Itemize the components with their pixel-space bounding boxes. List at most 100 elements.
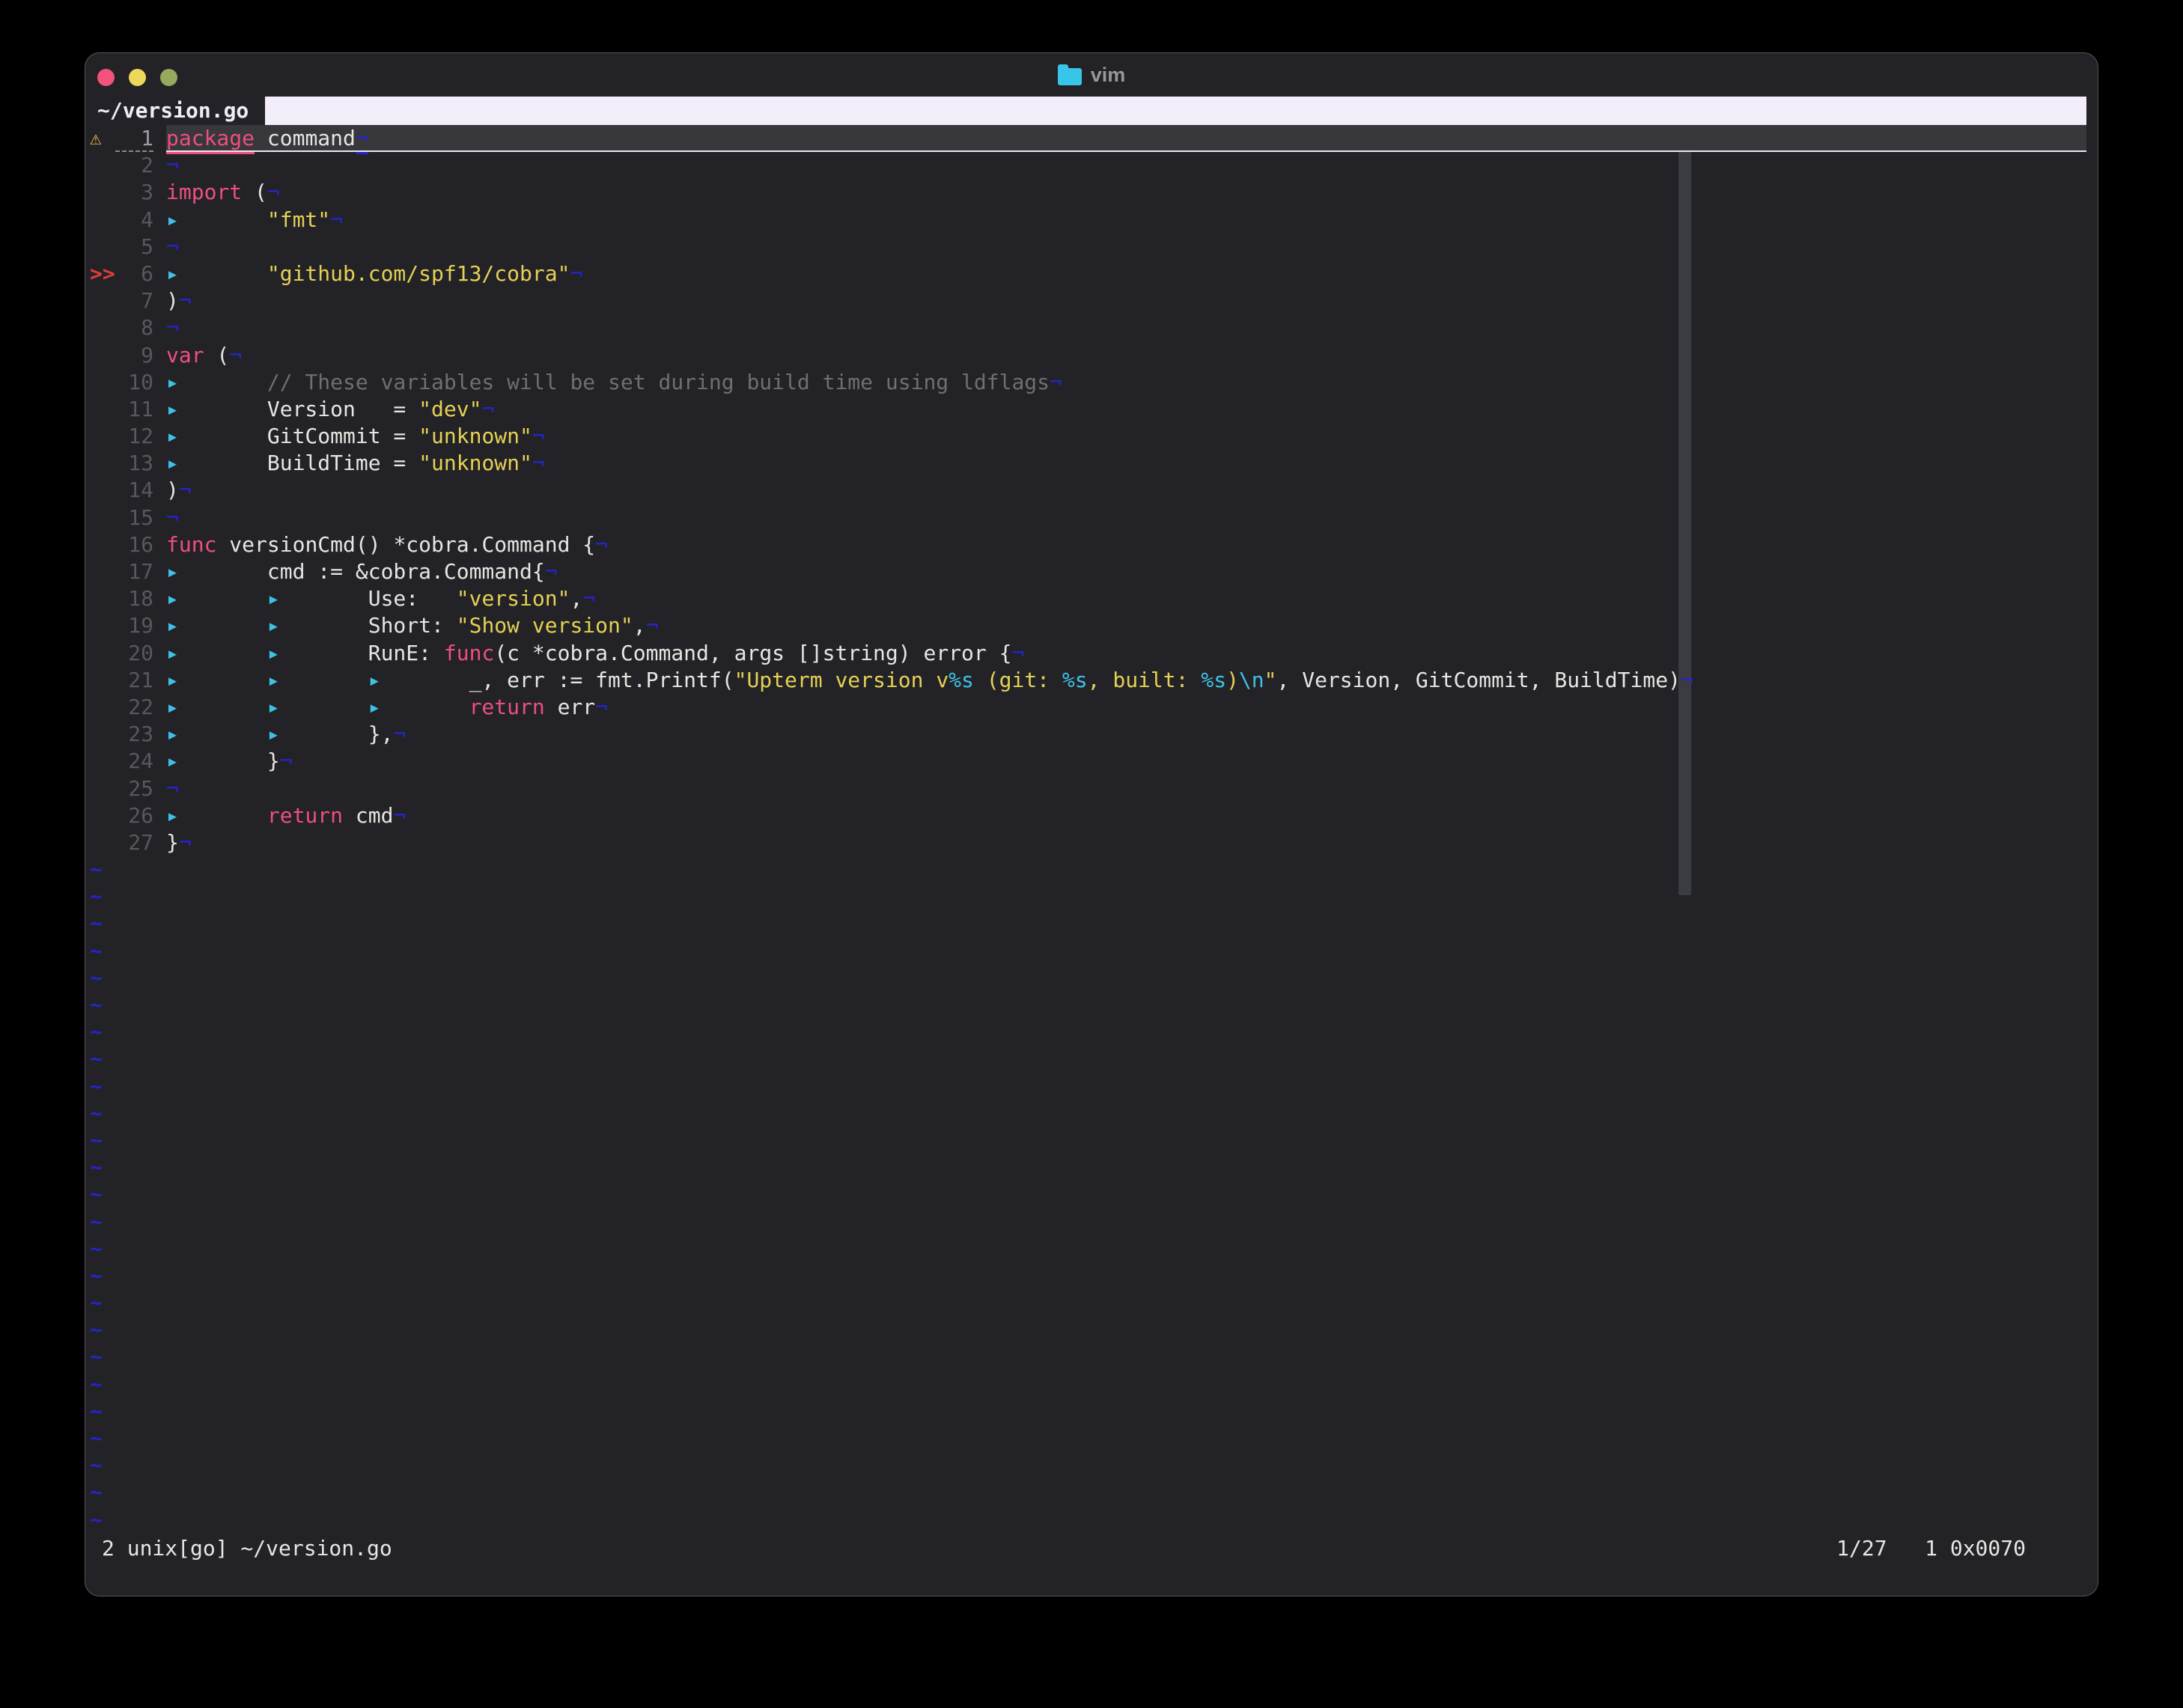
code-text: func versionCmd() *cobra.Command {¬ (166, 531, 2086, 558)
empty-line-tilde: ~ (85, 1290, 2086, 1317)
sign-column (90, 477, 115, 504)
code-line-21: 21 ▸▸▸_, err := fmt.Printf("Upterm versio… (85, 667, 2086, 694)
sign-column (90, 585, 115, 612)
line-number: 23 (115, 721, 153, 748)
code-text: ▸"github.com/spf13/cobra"¬ (166, 260, 2086, 287)
empty-line-tilde: ~ (85, 938, 2086, 965)
empty-line-tilde: ~ (85, 1046, 2086, 1073)
line-number: 25 (115, 775, 153, 802)
sign-column (90, 423, 115, 450)
line-number: 19 (115, 612, 153, 639)
empty-line-tilde: ~ (85, 1507, 2086, 1534)
line-number: 27 (115, 829, 153, 856)
window-titlebar[interactable]: vim (85, 53, 2098, 97)
desktop-background: { "window": { "title": "vim", "traffic_l… (0, 0, 2183, 1708)
code-line-3: 3import (¬ (85, 179, 2086, 206)
code-text: ¬ (166, 234, 2086, 260)
code-text: ▸▸Use: "version",¬ (166, 585, 2086, 612)
empty-line-tilde: ~ (85, 1236, 2086, 1263)
code-text: ▸cmd := &cobra.Command{¬ (166, 558, 2086, 585)
line-number: 21 (115, 667, 153, 694)
code-line-26: 26 ▸return cmd¬ (85, 802, 2086, 829)
folder-icon (1058, 68, 1082, 85)
sign-column (90, 694, 115, 721)
code-line-17: 17 ▸cmd := &cobra.Command{¬ (85, 558, 2086, 585)
sign-column (90, 829, 115, 856)
sign-column (90, 612, 115, 639)
code-line-27: 27 }¬ (85, 829, 2086, 856)
code-text: ▸▸Short: "Show version",¬ (166, 612, 2086, 639)
code-text: ▸return cmd¬ (166, 802, 2086, 829)
sign-column (90, 640, 115, 667)
line-number: 20 (115, 640, 153, 667)
sign-column (90, 450, 115, 477)
code-text: )¬ (166, 477, 2086, 504)
sign-column (90, 775, 115, 802)
empty-line-tilde: ~ (85, 1452, 2086, 1479)
code-line-23: 23 ▸▸},¬ (85, 721, 2086, 748)
sign-column (90, 531, 115, 558)
code-line-8: 8¬ (85, 314, 2086, 341)
code-line-15: 15¬ (85, 504, 2086, 531)
line-number: 22 (115, 694, 153, 721)
code-line-19: 19 ▸▸Short: "Show version",¬ (85, 612, 2086, 639)
empty-line-tilde: ~ (85, 883, 2086, 910)
statusline-file-info: 2 unix[go] ~/version.go (102, 1535, 392, 1562)
line-number: 18 (115, 585, 153, 612)
code-text: )¬ (166, 287, 2086, 314)
sign-column (90, 152, 115, 179)
line-number: 11 (115, 396, 153, 423)
line-number: 8 (115, 314, 153, 341)
line-number: 17 (115, 558, 153, 585)
line-number: 10 (115, 369, 153, 396)
empty-line-tilde: ~ (85, 1425, 2086, 1452)
empty-line-tilde: ~ (85, 965, 2086, 992)
sign-column (90, 342, 115, 369)
empty-line-tilde: ~ (85, 1317, 2086, 1343)
tab-version-go[interactable]: ~/version.go (85, 97, 265, 125)
code-text: ▸▸▸_, err := fmt.Printf("Upterm version … (166, 667, 2086, 694)
statusline: 2 unix[go] ~/version.go 1/27 1 0x0070 (102, 1535, 2026, 1562)
line-number: 4 (115, 207, 153, 234)
breakpoint-sign-icon: >> (90, 260, 115, 287)
code-text: ▸// These variables will be set during b… (166, 369, 2086, 396)
code-line-9: 9var (¬ (85, 342, 2086, 369)
code-text: ▸▸▸return err¬ (166, 694, 2086, 721)
line-number: 12 (115, 423, 153, 450)
code-line-10: 10 ▸// These variables will be set during… (85, 369, 2086, 396)
code-text: import (¬ (166, 179, 2086, 206)
empty-line-tilde: ~ (85, 856, 2086, 883)
sign-column (90, 314, 115, 341)
code-text: ▸}¬ (166, 748, 2086, 775)
line-number: 5 (115, 234, 153, 260)
code-line-16: 16func versionCmd() *cobra.Command {¬ (85, 531, 2086, 558)
code-text: ¬ (166, 314, 2086, 341)
code-line-4: 4▸"fmt"¬ (85, 207, 2086, 234)
code-text: }¬ (166, 829, 2086, 856)
line-number: 2 (115, 152, 153, 179)
code-line-20: 20 ▸▸RunE: func(c *cobra.Command, args []… (85, 640, 2086, 667)
line-number: 1 (115, 125, 153, 152)
empty-line-tilde: ~ (85, 1181, 2086, 1208)
line-number: 26 (115, 802, 153, 829)
sign-column (90, 207, 115, 234)
empty-line-tilde: ~ (85, 1154, 2086, 1181)
window-title: vim (1091, 64, 1126, 87)
code-text: package command¬ (166, 125, 2086, 152)
vim-window: vim ~/version.go ⚠1package command¬2¬3im… (85, 52, 2098, 1596)
code-text: ▸▸},¬ (166, 721, 2086, 748)
statusline-cursor-position: 1/27 1 0x0070 (1836, 1535, 2026, 1562)
code-text: ▸BuildTime = "unknown"¬ (166, 450, 2086, 477)
code-text: ▸▸RunE: func(c *cobra.Command, args []st… (166, 640, 2086, 667)
sign-column (90, 234, 115, 260)
sign-column (90, 369, 115, 396)
code-text: ▸Version = "dev"¬ (166, 396, 2086, 423)
code-line-14: 14)¬ (85, 477, 2086, 504)
sign-column (90, 179, 115, 206)
sign-column (90, 748, 115, 775)
line-number: 7 (115, 287, 153, 314)
line-number: 15 (115, 504, 153, 531)
empty-line-tilde: ~ (85, 1479, 2086, 1506)
editor-buffer[interactable]: ⚠1package command¬2¬3import (¬4▸"fmt"¬5¬… (85, 125, 2086, 1534)
empty-line-tilde: ~ (85, 1019, 2086, 1046)
